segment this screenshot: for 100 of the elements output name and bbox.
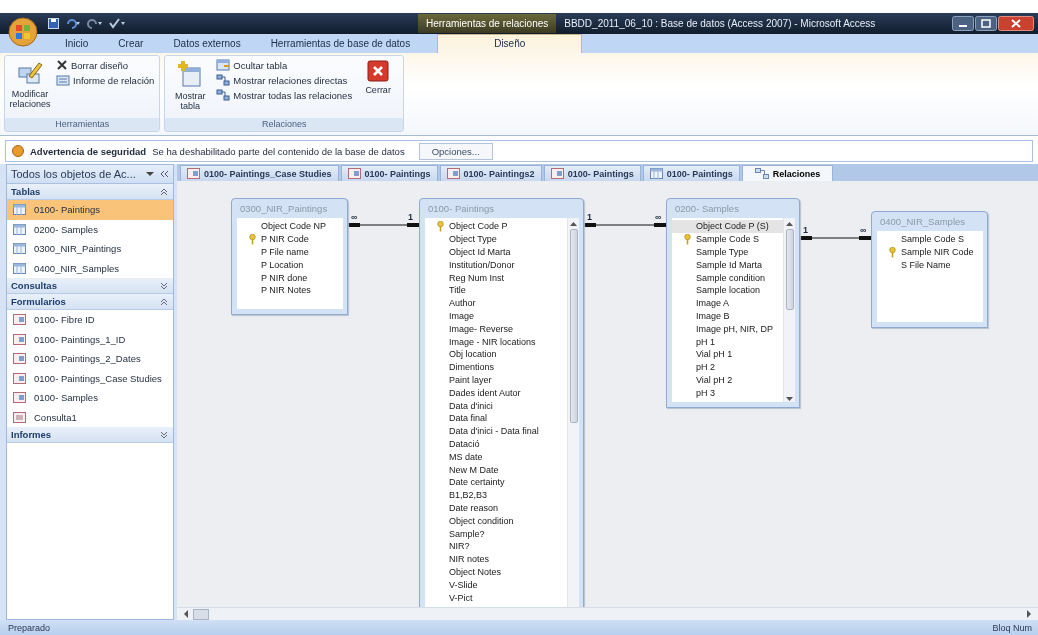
scrollbar[interactable]	[783, 218, 795, 402]
options-button[interactable]: Opciones...	[418, 142, 493, 160]
ribbon-button[interactable]: Borrar diseño	[54, 58, 157, 72]
field-name[interactable]: pH 1	[672, 335, 783, 348]
field-name[interactable]: Object Code P	[425, 220, 567, 233]
document-tab[interactable]: Relaciones	[741, 165, 834, 181]
field-name[interactable]: MS date	[425, 450, 567, 464]
scroll-up-icon[interactable]	[785, 221, 794, 227]
document-tab[interactable]: 0100- Paintings_Case Studies	[180, 165, 339, 181]
dropdown-icon[interactable]	[146, 171, 154, 177]
group-header[interactable]: Informes	[7, 427, 173, 443]
ribbon-tab[interactable]: Datos externos	[158, 35, 256, 53]
field-name[interactable]: Data d'inici - Data final	[425, 424, 567, 438]
table-window[interactable]: 0400_NIR_Samples Sample Code S Sample NIR Code S File Name	[871, 211, 988, 328]
table-window[interactable]	[419, 198, 584, 607]
field-name[interactable]: Sample NIR Code	[877, 245, 983, 259]
field-name[interactable]: V-Pict	[425, 591, 567, 604]
nav-item[interactable]: 0400_NIR_Samples	[7, 258, 173, 278]
scroll-right-icon[interactable]	[1026, 610, 1032, 618]
field-name[interactable]: pH 3	[672, 386, 783, 400]
field-name[interactable]: Image pH, NIR, DP	[672, 322, 783, 336]
field-name[interactable]: P Location	[237, 258, 343, 272]
field-name[interactable]: Object Type	[425, 232, 567, 246]
field-name[interactable]: NIR?	[425, 539, 567, 553]
field-name[interactable]: Institution/Donor	[425, 258, 567, 272]
field-name[interactable]: Sample?	[425, 527, 567, 540]
customize-icon[interactable]	[109, 18, 127, 29]
field-name[interactable]: Sample Code S	[672, 232, 783, 246]
nav-item[interactable]: 0100- Paintings_Case Studies	[7, 368, 173, 388]
field-name[interactable]: P NIR Notes	[237, 284, 343, 297]
field-name[interactable]: Image- Reverse	[425, 322, 567, 336]
field-name[interactable]: P NIR Code	[237, 232, 343, 246]
field-name[interactable]: S File Name	[877, 258, 983, 272]
nav-item[interactable]: Consulta1	[7, 407, 173, 427]
field-name[interactable]: Object Id Marta	[425, 245, 567, 259]
field-name[interactable]: Object condition	[425, 514, 567, 528]
scroll-left-icon[interactable]	[183, 610, 189, 618]
field-name[interactable]: Author	[425, 296, 567, 310]
ribbon-tab[interactable]: Inicio	[50, 35, 104, 53]
save-icon[interactable]	[48, 18, 59, 29]
field-name[interactable]: Image - NIR locations	[425, 335, 567, 348]
ribbon-button[interactable]: Informe de relación	[54, 73, 157, 87]
field-name[interactable]: Title	[425, 284, 567, 297]
ribbon-tab[interactable]: Diseño	[437, 34, 583, 53]
document-tab[interactable]: 0100- Paintings2	[439, 165, 542, 181]
ribbon-button[interactable]: Ocultar tabla	[214, 58, 355, 72]
field-name[interactable]: Sample location	[672, 284, 783, 297]
field-name[interactable]: Image B	[672, 309, 783, 323]
ribbon-button[interactable]: Mostrar relaciones directas	[214, 73, 355, 87]
field-name[interactable]: P NIR done	[237, 271, 343, 284]
table-window[interactable]: 0200- Samples Object Code P (S) Sample Code S Sample Type Sample Id Marta Sample condition Sample location Image A Image B Image pH, NIR, DP pH 1 Vial pH 1 pH 2 Vial pH 2 pH 3	[666, 198, 800, 408]
field-name[interactable]: Datació	[425, 437, 567, 451]
field-name[interactable]: Vial pH 2	[672, 373, 783, 387]
field-name[interactable]: B1,B2,B3	[425, 488, 567, 502]
field-name[interactable]: Object Code P (S)	[672, 220, 783, 233]
ribbon-button[interactable]: Mostrar todas las relaciones	[214, 88, 355, 102]
nav-item[interactable]: 0100- Paintings_2_Dates	[7, 349, 173, 369]
group-header[interactable]: Tablas	[7, 184, 173, 200]
ribbon-tab[interactable]: Crear	[103, 35, 159, 53]
group-header[interactable]: Formularios	[7, 294, 173, 310]
field-name[interactable]: pH 2	[672, 360, 783, 374]
ribbon-button[interactable]: Cerrar	[356, 58, 401, 116]
redo-icon[interactable]	[87, 18, 103, 29]
field-name[interactable]: P File name	[237, 245, 343, 259]
field-name[interactable]: Data d'inici	[425, 399, 567, 412]
close-button[interactable]	[998, 16, 1034, 31]
nav-item[interactable]: 0100- Paintings_1_ID	[7, 329, 173, 349]
minimize-button[interactable]	[952, 16, 974, 31]
field-name[interactable]: V-Slide	[425, 578, 567, 592]
field-name[interactable]: Sample Type	[672, 245, 783, 259]
nav-item[interactable]: 0100- Samples	[7, 388, 173, 408]
field-name[interactable]: Dimentions	[425, 360, 567, 374]
ribbon-button[interactable]: Mostrar tabla	[168, 58, 213, 116]
document-tab[interactable]: 0100- Paintings	[543, 165, 641, 181]
field-name[interactable]: New M Date	[425, 463, 567, 476]
nav-item[interactable]: 0100- Paintings	[7, 200, 173, 220]
nav-item[interactable]: 0100- Fibre ID	[7, 310, 173, 330]
maximize-button[interactable]	[975, 16, 997, 31]
undo-icon[interactable]	[65, 18, 81, 29]
field-name[interactable]: Dades ident Autor	[425, 386, 567, 400]
field-name[interactable]: Date reason	[425, 501, 567, 515]
field-name[interactable]: Reg Num Inst	[425, 271, 567, 284]
nav-item[interactable]: 0300_NIR_Paintings	[7, 239, 173, 259]
field-name[interactable]: Sample Code S	[877, 233, 983, 246]
field-name[interactable]: Data final	[425, 411, 567, 425]
document-tab[interactable]: 0100- Paintings	[642, 165, 740, 181]
field-name[interactable]: NIR notes	[425, 552, 567, 566]
field-name[interactable]: Sample condition	[672, 271, 783, 284]
scrollbar[interactable]	[567, 218, 579, 607]
group-header[interactable]: Consultas	[7, 278, 173, 294]
field-name[interactable]: Vial pH 1	[672, 347, 783, 361]
ribbon-tab[interactable]: Herramientas de base de datos	[255, 35, 426, 53]
collapse-icon[interactable]	[159, 170, 169, 178]
scroll-down-icon[interactable]	[785, 396, 794, 402]
field-name[interactable]: Image	[425, 309, 567, 323]
ribbon-button[interactable]: Modificar relaciones	[8, 58, 52, 116]
scroll-up-icon[interactable]	[569, 221, 578, 227]
field-name[interactable]: Date certainty	[425, 475, 567, 489]
scroll-thumb[interactable]	[193, 608, 209, 620]
field-name[interactable]: Sample Id Marta	[672, 258, 783, 272]
